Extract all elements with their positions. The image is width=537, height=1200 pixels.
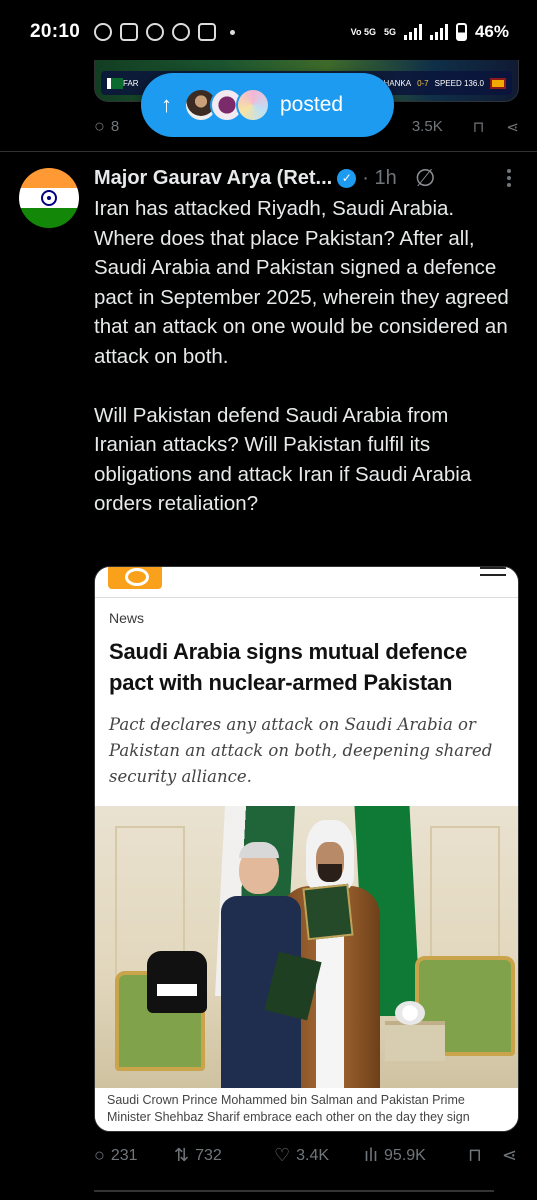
like-count: 3.4K [296, 1146, 330, 1164]
like-icon: ♡ [274, 1145, 291, 1165]
card-topbar [95, 567, 518, 591]
card-subheadline: Pact declares any attack on Saudi Arabia… [109, 715, 493, 786]
views-button[interactable]: ılı 95.9K [364, 1145, 464, 1166]
status-time: 20:10 [30, 21, 81, 42]
reply-count: 231 [110, 1146, 138, 1164]
post-text: Iran has attacked Riyadh, Saudi Arabia. … [94, 197, 509, 515]
reply-icon: ○ [94, 1145, 105, 1165]
share-icon[interactable]: ⋖ [502, 1145, 517, 1166]
screen: { "status_bar": { "time": "20:10", "netw… [0, 0, 537, 1200]
status-bar: 20:10 Vo 5G 5G 46% [0, 0, 537, 64]
sri-lanka-flag-icon [490, 77, 506, 89]
whatsapp-business-icon [146, 23, 165, 41]
card-section-label: News [109, 610, 145, 626]
more-notifications-dot [230, 29, 236, 35]
scoreboard-speed: SPEED 136.0 [434, 78, 484, 88]
document-folder [302, 883, 354, 941]
new-posts-pill[interactable]: ↑ posted [141, 73, 394, 137]
previous-views-button[interactable]: 3.5K [412, 118, 443, 135]
link-card[interactable]: News Saudi Arabia signs mutual defence p… [94, 566, 519, 1132]
status-right: Vo 5G 5G 46% [351, 22, 509, 42]
reply-icon: ○ [94, 116, 105, 136]
previous-views-count: 3.5K [411, 118, 443, 135]
like-button[interactable]: ♡ 3.4K [274, 1145, 364, 1166]
battery-percent: 46% [474, 22, 509, 41]
bag-tag [157, 984, 197, 996]
scoreboard-left-name: FAR [123, 78, 139, 88]
scoreboard-score: 0-7 [417, 78, 429, 88]
previous-reply-count: 8 [110, 118, 120, 135]
repost-icon: ⇅ [174, 1145, 190, 1165]
notification-icons [94, 23, 236, 41]
post-divider [0, 151, 537, 152]
battery-icon [455, 23, 467, 41]
news-logo-icon [108, 567, 162, 589]
whatsapp-icon [94, 23, 113, 41]
volte-indicator: Vo 5G [350, 26, 376, 37]
post-time[interactable]: · 1h [362, 167, 396, 190]
pill-avatars [184, 88, 270, 122]
share-icon[interactable]: ⋖ [506, 118, 519, 136]
bookmark-icon[interactable]: ⊓ [468, 1145, 482, 1166]
pakistan-flag-icon [107, 77, 123, 89]
side-table [385, 1021, 445, 1061]
previous-reply-button[interactable]: ○ 8 [94, 116, 119, 137]
signal-bars-2-icon [429, 24, 448, 40]
author-avatar[interactable] [19, 168, 79, 228]
repost-button[interactable]: ⇅ 732 [174, 1145, 274, 1166]
repost-count: 732 [195, 1146, 222, 1164]
signal-bars-icon [403, 24, 422, 40]
views-count: 95.9K [384, 1146, 426, 1164]
bag [147, 951, 207, 1013]
post-actions: ○ 231 ⇅ 732 ♡ 3.4K ılı 95.9K ⊓ ⋖ [94, 1145, 517, 1166]
author-name[interactable]: Major Gaurav Arya (Ret... [94, 167, 332, 190]
beard [318, 864, 342, 882]
app-notification-icon [198, 23, 217, 41]
arrow-up-icon: ↑ [161, 92, 172, 117]
ashoka-chakra-icon [41, 190, 57, 206]
more-icon[interactable] [507, 169, 511, 187]
card-divider [95, 597, 518, 598]
card-headline: Saudi Arabia signs mutual defence pact w… [109, 639, 468, 695]
pill-label: posted [280, 93, 344, 116]
card-caption: Saudi Crown Prince Mohammed bin Salman a… [95, 1088, 518, 1131]
verified-badge-icon: ✓ [337, 168, 357, 188]
card-photo [95, 806, 518, 1088]
network-type: 5G [383, 26, 396, 37]
post-header: Major Gaurav Arya (Ret... ✓ · 1h ∅ [94, 164, 519, 192]
views-icon: ılı [364, 1145, 379, 1165]
bookmark-icon[interactable]: ⊓ [473, 118, 485, 136]
avatar [236, 88, 270, 122]
reply-button[interactable]: ○ 231 [94, 1145, 174, 1166]
grok-icon[interactable]: ∅ [415, 164, 436, 193]
missed-call-icon [172, 23, 191, 41]
hamburger-menu-icon [480, 567, 506, 581]
next-post-peek [94, 1190, 494, 1200]
instagram-icon [120, 23, 139, 41]
flowers [395, 1001, 425, 1025]
